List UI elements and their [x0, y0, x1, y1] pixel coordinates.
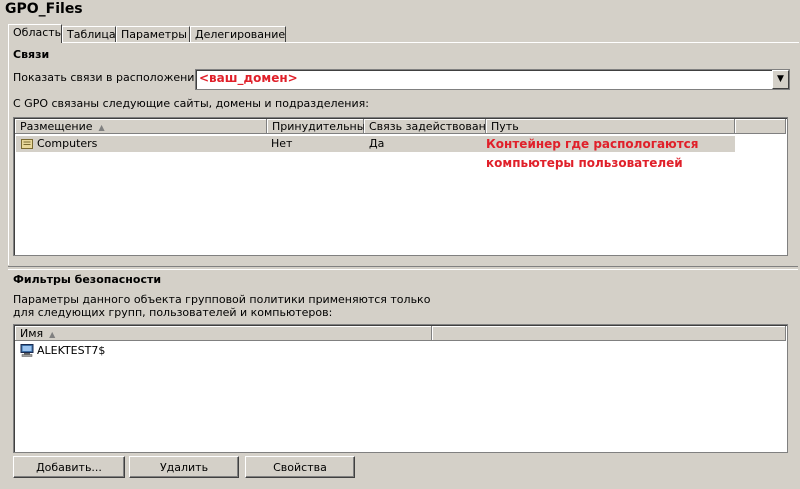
- tab-scope[interactable]: Область: [8, 24, 62, 43]
- tab-details[interactable]: Таблица: [62, 26, 116, 43]
- security-filter-listview[interactable]: Имя ▲ ALEKTEST7$: [13, 324, 788, 453]
- column-header-path[interactable]: Путь: [486, 119, 735, 134]
- chevron-down-icon[interactable]: ▼: [772, 70, 789, 89]
- remove-button[interactable]: Удалить: [129, 456, 239, 478]
- column-header-enforced[interactable]: Принудительный: [267, 119, 373, 134]
- properties-button[interactable]: Свойства: [245, 456, 355, 478]
- table-row[interactable]: ALEKTEST7$: [16, 343, 432, 359]
- redaction-mask: [106, 343, 426, 359]
- column-header-filler: [735, 119, 786, 134]
- security-description-1: Параметры данного объекта групповой поли…: [13, 293, 431, 306]
- sort-ascending-icon: ▲: [98, 123, 105, 132]
- location-combobox[interactable]: <ваш_домен> ▼: [195, 69, 790, 90]
- tab-delegation[interactable]: Делегирование: [190, 26, 286, 43]
- links-listview[interactable]: Размещение ▲ Принудительный Связь задейст…: [13, 117, 788, 256]
- sort-ascending-icon: ▲: [49, 330, 56, 339]
- section-divider: [8, 266, 798, 270]
- ou-folder-icon: [21, 138, 33, 149]
- links-description: С GPO связаны следующие сайты, домены и …: [13, 97, 369, 110]
- row-name: ALEKTEST7$: [37, 344, 106, 357]
- location-label: Показать связи в расположении:: [13, 71, 206, 84]
- column-header-name[interactable]: Имя ▲: [15, 326, 432, 341]
- annotation-line-2: компьютеры пользователей: [486, 156, 683, 170]
- column-header-location[interactable]: Размещение ▲: [15, 119, 267, 134]
- add-button[interactable]: Добавить...: [13, 456, 125, 478]
- annotation-line-1: Контейнер где распологаются: [486, 137, 699, 151]
- window-title: GPO_Files: [5, 1, 83, 17]
- row-enforced: Нет: [271, 137, 293, 150]
- column-header-link-enabled[interactable]: Связь задействована: [364, 119, 493, 134]
- security-section-title: Фильтры безопасности: [13, 273, 162, 286]
- row-link-enabled: Да: [369, 137, 385, 150]
- row-location: Computers: [37, 137, 98, 150]
- computer-icon: [20, 344, 34, 357]
- security-description-2: для следующих групп, пользователей и ком…: [13, 306, 333, 319]
- links-section-title: Связи: [13, 48, 50, 61]
- location-value: <ваш_домен>: [199, 71, 298, 85]
- column-header-filler: [432, 326, 786, 341]
- tab-settings[interactable]: Параметры: [116, 26, 190, 43]
